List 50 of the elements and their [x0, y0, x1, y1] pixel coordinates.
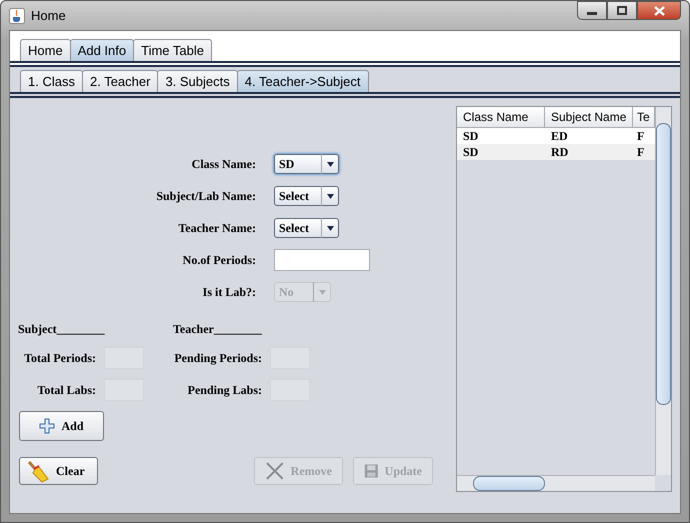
tab[interactable]: Add Info	[70, 39, 134, 61]
input-field[interactable]	[274, 249, 370, 271]
column-header[interactable]: Subject Name	[545, 107, 633, 127]
button: Remove	[254, 457, 343, 485]
window-title: Home	[31, 8, 66, 23]
field-label: Class Name:	[190, 156, 256, 172]
caret-icon	[326, 162, 334, 166]
button: Update	[353, 457, 433, 485]
tab[interactable]: 1. Class	[20, 70, 83, 92]
section-heading: Teacher________	[173, 322, 263, 337]
cross-icon	[265, 461, 285, 481]
vertical-scrollbar[interactable]	[655, 107, 671, 475]
horizontal-scrollbar[interactable]	[457, 475, 655, 491]
section-heading: Subject________	[18, 322, 106, 337]
dropdown[interactable]: Select	[274, 186, 339, 206]
tab[interactable]: 4. Teacher->Subject	[236, 70, 369, 92]
field-label: No.of Periods:	[182, 252, 256, 268]
dropdown[interactable]: Select	[274, 218, 339, 238]
tab[interactable]: Time Table	[133, 39, 212, 61]
plus-icon	[39, 418, 56, 434]
java-cup-icon	[9, 8, 25, 24]
maximize-button[interactable]	[607, 1, 637, 20]
field-label: Teacher Name:	[177, 220, 256, 236]
column-header[interactable]: Class Name	[457, 107, 545, 127]
close-icon	[654, 6, 664, 16]
maximize-icon	[617, 6, 627, 15]
caret-icon	[326, 226, 334, 230]
tab[interactable]: 2. Teacher	[82, 70, 158, 92]
table-cell-text: RD	[550, 144, 570, 160]
button[interactable]: Add	[19, 411, 104, 441]
field-label: Subject/Lab Name:	[155, 188, 256, 204]
button[interactable]: Clear	[19, 457, 98, 485]
table-cell-text: F	[636, 128, 646, 144]
broom-icon	[26, 459, 50, 483]
tab[interactable]: 3. Subjects	[157, 70, 238, 92]
table-cell-text: ED	[550, 128, 569, 144]
close-button[interactable]	[637, 1, 681, 20]
field-label: Pending Labs:	[186, 382, 262, 398]
caret-icon	[326, 194, 334, 198]
dropdown[interactable]: SD	[274, 154, 339, 174]
minimize-button[interactable]	[577, 1, 607, 20]
field-label: Total Periods:	[23, 350, 96, 366]
table-cell-text: SD	[462, 144, 480, 160]
tab[interactable]: Home	[20, 39, 71, 61]
field-label: Is it Lab?:	[202, 284, 256, 300]
field-label: Pending Periods:	[173, 350, 262, 366]
table-cell-text: SD	[462, 128, 480, 144]
field-label: Total Labs:	[36, 382, 96, 398]
table-cell-text: F	[636, 144, 646, 160]
caret-icon	[318, 290, 326, 294]
